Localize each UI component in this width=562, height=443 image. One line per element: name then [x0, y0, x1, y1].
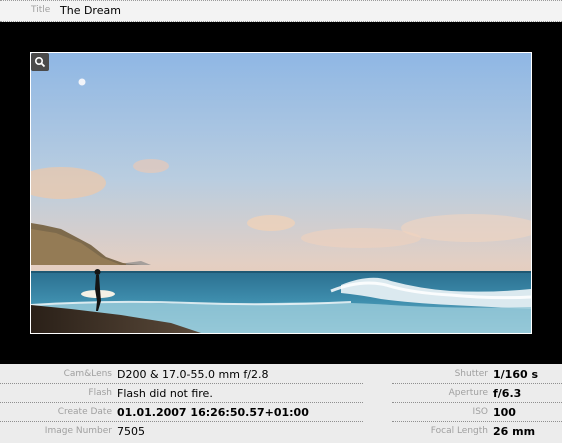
title-label: Title — [31, 5, 51, 15]
magnifier-icon — [34, 56, 46, 68]
meta-row-focal-length: Focal Length 26 mm — [392, 422, 562, 441]
meta-row-cam-lens: Cam&Lens D200 & 17.0-55.0 mm f/2.8 — [0, 365, 363, 384]
meta-row-aperture: Aperture f/6.3 — [392, 384, 562, 403]
meta-key: ISO — [472, 407, 488, 417]
meta-key: Cam&Lens — [63, 369, 112, 379]
image-viewer — [0, 22, 562, 364]
surfer-beach-photo — [31, 53, 531, 333]
meta-row-iso: ISO 100 — [392, 403, 562, 422]
meta-value: f/6.3 — [493, 387, 522, 400]
meta-row-shutter: Shutter 1/160 s — [392, 365, 562, 384]
metadata-panel: Cam&Lens D200 & 17.0-55.0 mm f/2.8 Flash… — [0, 364, 562, 443]
meta-row-image-number: Image Number 7505 — [0, 422, 363, 441]
meta-value: 26 mm — [493, 425, 536, 438]
meta-value: Flash did not fire. — [117, 387, 213, 400]
meta-key: Focal Length — [430, 426, 488, 436]
title-bar: Title The Dream — [0, 0, 562, 22]
photo-frame — [30, 52, 532, 334]
meta-key: Create Date — [57, 407, 112, 417]
meta-row-create-date: Create Date 01.01.2007 16:26:50.57+01:00 — [0, 403, 363, 422]
zoom-button[interactable] — [31, 53, 49, 71]
meta-value: 1/160 s — [493, 368, 539, 381]
meta-key: Image Number — [44, 426, 112, 436]
photo[interactable] — [31, 53, 531, 333]
meta-row-flash: Flash Flash did not fire. — [0, 384, 363, 403]
meta-value: D200 & 17.0-55.0 mm f/2.8 — [117, 368, 269, 381]
meta-key: Flash — [88, 388, 112, 398]
meta-key: Aperture — [448, 388, 488, 398]
meta-value: 100 — [493, 406, 516, 419]
meta-value: 7505 — [117, 425, 145, 438]
title-value: The Dream — [60, 4, 121, 17]
meta-key: Shutter — [454, 369, 488, 379]
meta-value: 01.01.2007 16:26:50.57+01:00 — [117, 406, 309, 419]
